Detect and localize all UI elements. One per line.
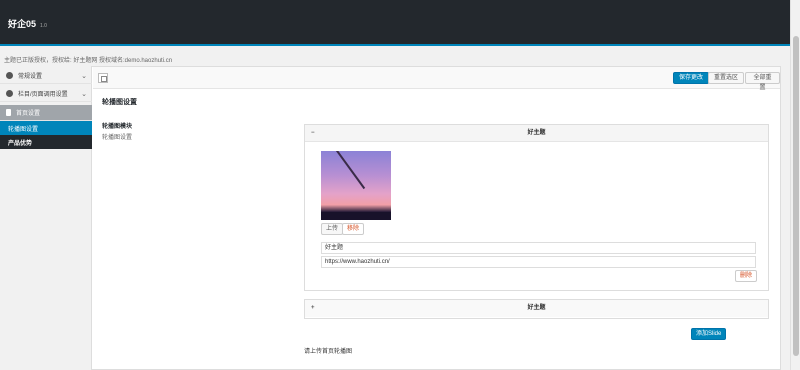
expand-toggle-icon[interactable] <box>98 73 108 83</box>
upload-button[interactable]: 上传 <box>321 223 344 235</box>
chevron-down-icon: ⌄ <box>81 91 87 98</box>
add-slide-button[interactable]: 添加Slide <box>691 328 727 340</box>
windmill-blade <box>333 151 366 190</box>
collapse-icon[interactable]: − <box>311 125 315 142</box>
save-button[interactable]: 保存更改 <box>673 72 710 84</box>
theme-title: 好企05 1.0 <box>8 17 47 30</box>
slide-url-input[interactable]: https://www.haozhuti.cn/ <box>321 256 756 268</box>
sidebar-subitem-label: 轮播图设置 <box>8 126 39 133</box>
top-bar: 好企05 1.0 <box>0 0 790 46</box>
remove-image-button[interactable]: 移除 <box>342 223 365 235</box>
field-help-text: 请上传首页轮播图 <box>304 349 353 355</box>
field-label: 轮播图模块 <box>102 124 133 130</box>
bookmark-icon <box>6 109 11 116</box>
options-toolbar: 保存更改 重置选区 全部重置 <box>93 67 780 91</box>
sidebar-item-label: 常规设置 <box>18 74 43 80</box>
page-title: 轮播图设置 <box>102 99 137 106</box>
slide-title-input[interactable]: 好主题 <box>321 242 756 254</box>
scrollbar-thumb[interactable] <box>793 36 799 356</box>
slide-item-collapsed[interactable]: + 好主题 <box>304 299 769 319</box>
reset-section-button[interactable]: 重置选区 <box>708 72 745 84</box>
sidebar-subitem-label: 产品优势 <box>8 140 33 147</box>
theme-name: 好企05 <box>8 19 37 29</box>
slide-title: 好主题 <box>527 130 546 136</box>
theme-version: 1.0 <box>40 23 47 29</box>
license-notice: 主题已正版授权，授权给: 好主题网 授权域名:demo.haozhuti.cn <box>4 58 173 64</box>
slide-header[interactable]: − 好主题 <box>305 125 768 142</box>
sidebar-item-home[interactable]: 首页设置 <box>0 105 92 121</box>
expand-icon[interactable]: + <box>311 300 315 317</box>
skyline <box>321 212 391 220</box>
sidebar-subitem-slider[interactable]: 轮播图设置 <box>0 121 92 135</box>
sidebar-item-general[interactable]: 常规设置 ⌄ <box>0 68 92 84</box>
slide-item-expanded: − 好主题 上传 移除 好主题 https://www.haozhuti.cn/… <box>304 124 769 291</box>
field-description: 轮播图设置 <box>102 135 133 141</box>
page-scrollbar[interactable] <box>790 0 800 370</box>
reset-all-button[interactable]: 全部重置 <box>745 72 780 91</box>
wordpress-icon <box>6 72 13 79</box>
options-sidebar: 常规设置 ⌄ 栏目/页面调用设置 ⌄ 首页设置 轮播图设置 产品优势 <box>0 66 92 370</box>
sidebar-subitem-advantages[interactable]: 产品优势 <box>0 135 92 149</box>
sidebar-item-columns[interactable]: 栏目/页面调用设置 ⌄ <box>0 86 92 102</box>
sidebar-item-label: 首页设置 <box>16 111 41 117</box>
sidebar-item-label: 栏目/页面调用设置 <box>18 92 68 98</box>
wordpress-icon <box>6 90 13 97</box>
slide-image-preview <box>321 151 391 220</box>
slide-header[interactable]: + 好主题 <box>305 300 768 317</box>
chevron-down-icon: ⌄ <box>81 73 87 80</box>
delete-slide-button[interactable]: 删除 <box>735 270 758 282</box>
slide-title: 好主题 <box>527 305 546 311</box>
